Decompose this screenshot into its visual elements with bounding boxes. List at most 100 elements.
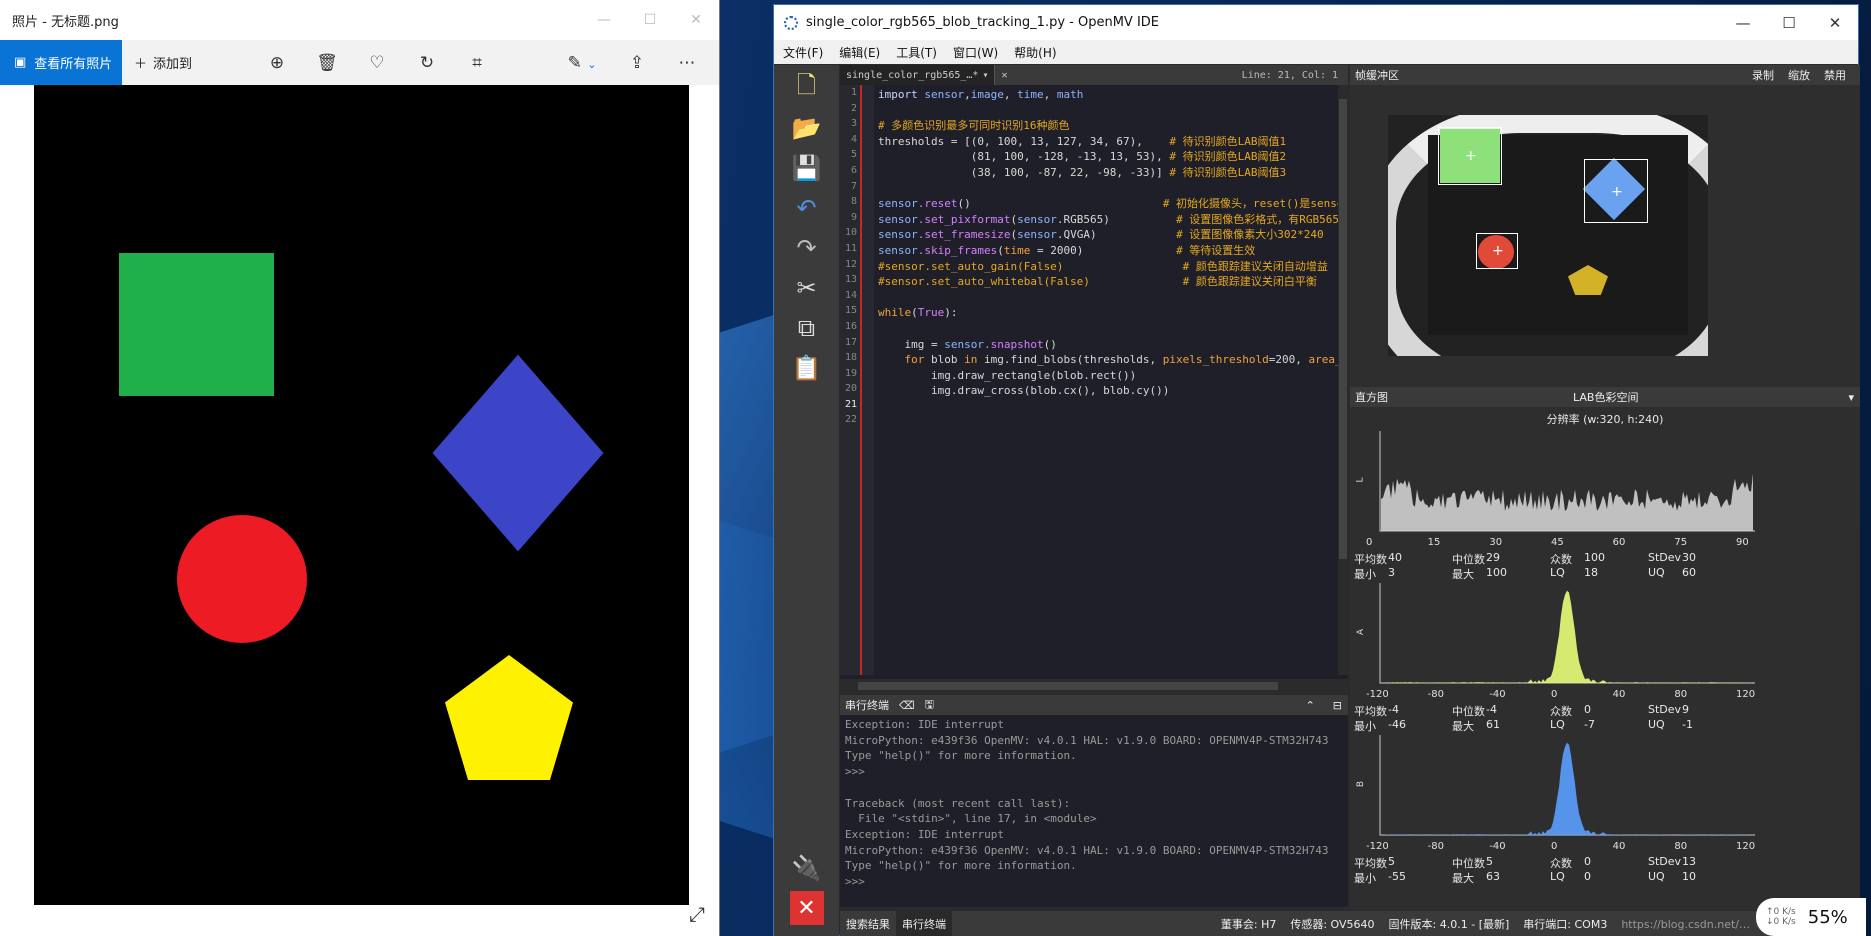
rotate-icon[interactable]: ↻ <box>402 53 452 73</box>
red-circle <box>177 515 307 643</box>
chevron-down-icon[interactable]: ▾ <box>1848 391 1854 404</box>
redo-icon[interactable]: ↷ <box>790 231 824 265</box>
clear-icon[interactable]: ⌫ <box>899 699 915 712</box>
record-button[interactable]: 录制 <box>1752 67 1774 83</box>
float-icon[interactable]: ⊟ <box>1333 699 1342 712</box>
serial-terminal[interactable]: 串行终端 ⌫ 🖫 ⌃ ⊟ Exception: IDE interrupt Mic… <box>840 695 1348 907</box>
line-number: 2 <box>850 102 857 114</box>
zoom-icon[interactable]: ⊕ <box>252 53 302 73</box>
menu-tools[interactable]: 工具(T) <box>896 44 937 61</box>
tick-label: 30 <box>1489 537 1503 548</box>
menu-window[interactable]: 窗口(W) <box>953 44 998 61</box>
stat-value: -4 <box>1486 703 1497 716</box>
minimize-button[interactable]: — <box>581 12 627 28</box>
paste-icon[interactable]: 📋 <box>790 351 824 385</box>
menubar: 文件(F) 编辑(E) 工具(T) 窗口(W) 帮助(H) <box>774 40 1858 64</box>
tick-label: 0 <box>1551 841 1558 852</box>
crop-icon[interactable]: ⌗ <box>452 53 502 73</box>
photos-title: 照片 - 无标题.png <box>12 14 119 30</box>
code-line: for blob in img.find_blobs(thresholds, p… <box>878 353 1338 367</box>
colorspace-select[interactable]: LAB色彩空间 <box>1573 389 1638 405</box>
close-button[interactable]: ✕ <box>673 12 719 28</box>
delete-icon[interactable]: 🗑 <box>302 53 352 73</box>
line-number: 22 <box>844 414 857 426</box>
code-line: thresholds = [(0, 100, 13, 127, 34, 67),… <box>878 134 1287 148</box>
disable-button[interactable]: 禁用 <box>1824 67 1846 83</box>
line-number: 6 <box>850 164 857 176</box>
close-tab-icon[interactable]: ✕ <box>995 70 1013 81</box>
tick-label: 75 <box>1674 537 1688 548</box>
menu-edit[interactable]: 编辑(E) <box>839 44 880 61</box>
vertical-scrollbar[interactable] <box>1338 85 1348 675</box>
stat-value: 63 <box>1486 870 1500 883</box>
serial-output: Exception: IDE interrupt MicroPython: e43… <box>840 715 1348 892</box>
code-text[interactable]: import sensor,image, time, math # 多颜色识别最多… <box>878 87 1338 672</box>
menu-help[interactable]: 帮助(H) <box>1014 44 1056 61</box>
a-axis-label: A <box>1356 628 1367 636</box>
maximize-button[interactable]: ☐ <box>1766 14 1812 32</box>
stop-icon[interactable]: ✕ <box>789 891 824 925</box>
framebuffer-image: + + + <box>1388 115 1708 356</box>
line-number: 13 <box>844 274 857 286</box>
search-results-tab[interactable]: 搜索结果 <box>840 911 896 936</box>
edit-icon[interactable]: ✎ ⌄ <box>552 53 612 73</box>
menu-file[interactable]: 文件(F) <box>783 44 823 61</box>
connect-icon[interactable]: 🔌 <box>790 851 824 885</box>
stat-value: 40 <box>1388 551 1402 564</box>
stat-value: 5 <box>1486 855 1493 868</box>
ide-title: single_color_rgb565_blob_tracking_1.py -… <box>806 15 1160 30</box>
zoom-button[interactable]: 缩放 <box>1788 67 1810 83</box>
undo-icon[interactable]: ↶ <box>790 191 824 225</box>
cursor-position: Line: 21, Col: 1 <box>1241 69 1338 81</box>
new-file-icon[interactable]: 🗋 <box>790 71 824 105</box>
histogram-area <box>1381 742 1753 835</box>
chevron-down-icon[interactable]: ▾ <box>982 70 988 81</box>
stat-key: UQ <box>1648 870 1665 883</box>
editor-tab[interactable]: single_color_rgb565_…* ▾ <box>840 65 996 85</box>
serial-line: Traceback (most recent call last): <box>845 796 1071 810</box>
code-editor[interactable]: single_color_rgb565_…* ▾ ✕ Line: 21, Col:… <box>840 65 1389 693</box>
stat-key: 最小 <box>1354 872 1376 885</box>
firmware-label[interactable]: 固件版本: 4.0.1 - [最新] <box>1389 916 1510 932</box>
histogram-title: 直方图 <box>1355 391 1388 404</box>
histogram-area <box>1381 473 1753 531</box>
save-icon[interactable]: 💾 <box>790 151 824 185</box>
maximize-button[interactable]: ☐ <box>627 12 673 28</box>
blob-cross: + <box>1465 148 1477 164</box>
close-button[interactable]: ✕ <box>1812 14 1858 32</box>
stat-key: StDev <box>1648 551 1682 564</box>
collapse-icon[interactable]: ⌃ <box>1306 699 1315 712</box>
stat-key: UQ <box>1648 566 1665 579</box>
save-log-icon[interactable]: 🖫 <box>925 696 934 715</box>
stat-value: -1 <box>1682 718 1693 731</box>
stat-key: 最大 <box>1452 872 1474 885</box>
tick-label: 15 <box>1427 537 1441 548</box>
minimize-button[interactable]: — <box>1720 14 1766 32</box>
stat-value: 100 <box>1584 551 1605 564</box>
horizontal-scrollbar[interactable] <box>840 679 1348 693</box>
tick-label: -120 <box>1366 689 1389 700</box>
share-icon[interactable]: ⇪ <box>612 53 662 73</box>
serial-line: MicroPython: e439f36 OpenMV: v4.0.1 HAL:… <box>845 843 1329 857</box>
stat-value: -4 <box>1388 703 1399 716</box>
heart-icon[interactable]: ♡ <box>352 53 402 73</box>
add-to-button[interactable]: ＋ 添加到 <box>134 53 192 72</box>
open-folder-icon[interactable]: 📂 <box>790 111 824 145</box>
stat-key: StDev <box>1648 703 1682 716</box>
more-icon[interactable]: ⋯ <box>662 53 712 73</box>
copy-icon[interactable]: ⧉ <box>790 311 824 345</box>
photos-titlebar: 照片 - 无标题.png — ☐ ✕ <box>0 0 719 40</box>
serial-terminal-tab[interactable]: 串行终端 <box>896 911 952 936</box>
fullscreen-icon[interactable]: ⤢ <box>689 902 705 926</box>
stat-value: 0 <box>1584 870 1591 883</box>
code-line: img.draw_cross(blob.cx(), blob.cy()) <box>878 384 1170 398</box>
tick-label: 80 <box>1674 689 1688 700</box>
tick-label: 120 <box>1736 841 1756 852</box>
view-all-photos-button[interactable]: ▣ 查看所有照片 <box>0 40 122 85</box>
serial-line: Exception: IDE interrupt <box>845 827 1004 841</box>
stat-key: 最小 <box>1354 720 1376 733</box>
cut-icon[interactable]: ✂ <box>790 271 824 305</box>
a-ticks: -120 -80 -40 0 40 80 120 <box>1364 689 1764 703</box>
